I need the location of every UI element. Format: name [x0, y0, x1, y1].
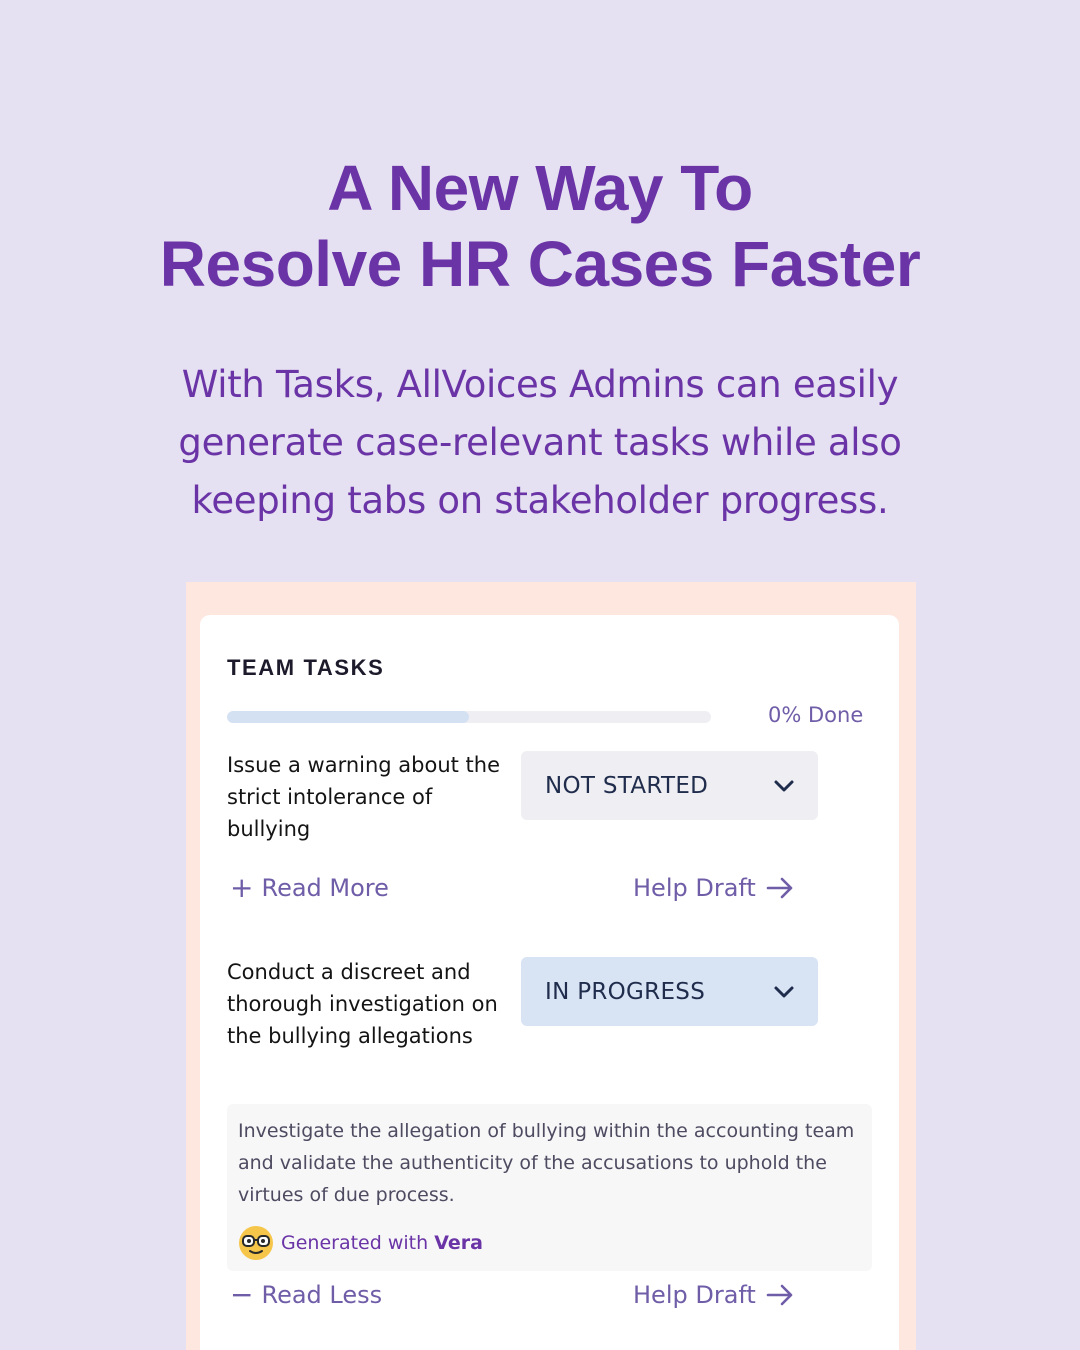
- task-2-status-label: IN PROGRESS: [545, 978, 706, 1005]
- subheadline-line-3: keeping tabs on stakeholder progress.: [191, 479, 889, 522]
- progress-bar: [227, 711, 711, 723]
- vera-brand: Vera: [434, 1232, 483, 1254]
- subheadline: With Tasks, AllVoices Admins can easily …: [0, 356, 1080, 530]
- task-2-status-dropdown[interactable]: IN PROGRESS: [521, 957, 818, 1026]
- task-2-description: Investigate the allegation of bullying w…: [238, 1120, 855, 1206]
- subheadline-line-1: With Tasks, AllVoices Admins can easily: [181, 363, 899, 406]
- subheadline-line-2: generate case-relevant tasks while also: [178, 421, 902, 464]
- task-1-read-more-link[interactable]: + Read More: [230, 871, 389, 904]
- task-1-read-more-label: Read More: [261, 874, 389, 902]
- task-2-help-draft-label: Help Draft: [633, 1281, 756, 1309]
- generated-with-vera: Generated with Vera: [238, 1225, 483, 1261]
- arrow-right-icon: [766, 1284, 793, 1306]
- arrow-right-icon: [766, 877, 793, 899]
- progress-label: 0% Done: [768, 703, 864, 727]
- task-2-description-box: Investigate the allegation of bullying w…: [227, 1104, 872, 1271]
- card-title: TEAM TASKS: [227, 655, 385, 680]
- progress-bar-fill: [227, 711, 469, 723]
- headline-line-2: Resolve HR Cases Faster: [159, 228, 921, 300]
- task-1-help-draft-link[interactable]: Help Draft: [633, 874, 794, 902]
- plus-icon: +: [230, 871, 254, 904]
- task-2-help-draft-link[interactable]: Help Draft: [633, 1281, 794, 1309]
- chevron-down-icon: [774, 780, 794, 791]
- task-1-text: Issue a warning about the strict intoler…: [227, 753, 501, 841]
- vera-avatar-icon: [239, 1226, 273, 1260]
- generated-with-label: Generated with: [281, 1232, 429, 1254]
- chevron-down-icon: [774, 986, 794, 997]
- task-1-status-dropdown[interactable]: NOT STARTED: [521, 751, 818, 820]
- task-2-read-less-label: Read Less: [261, 1281, 383, 1309]
- headline: A New Way To Resolve HR Cases Faster: [0, 150, 1080, 302]
- minus-icon: −: [230, 1278, 254, 1311]
- task-2-read-less-link[interactable]: − Read Less: [230, 1278, 383, 1311]
- headline-line-1: A New Way To: [327, 152, 753, 224]
- task-1-help-draft-label: Help Draft: [633, 874, 756, 902]
- task-1-status-label: NOT STARTED: [545, 772, 709, 799]
- team-tasks-card: TEAM TASKS 0% Done Issue a warning about…: [200, 615, 899, 1350]
- task-2-text: Conduct a discreet and thorough investig…: [227, 960, 498, 1048]
